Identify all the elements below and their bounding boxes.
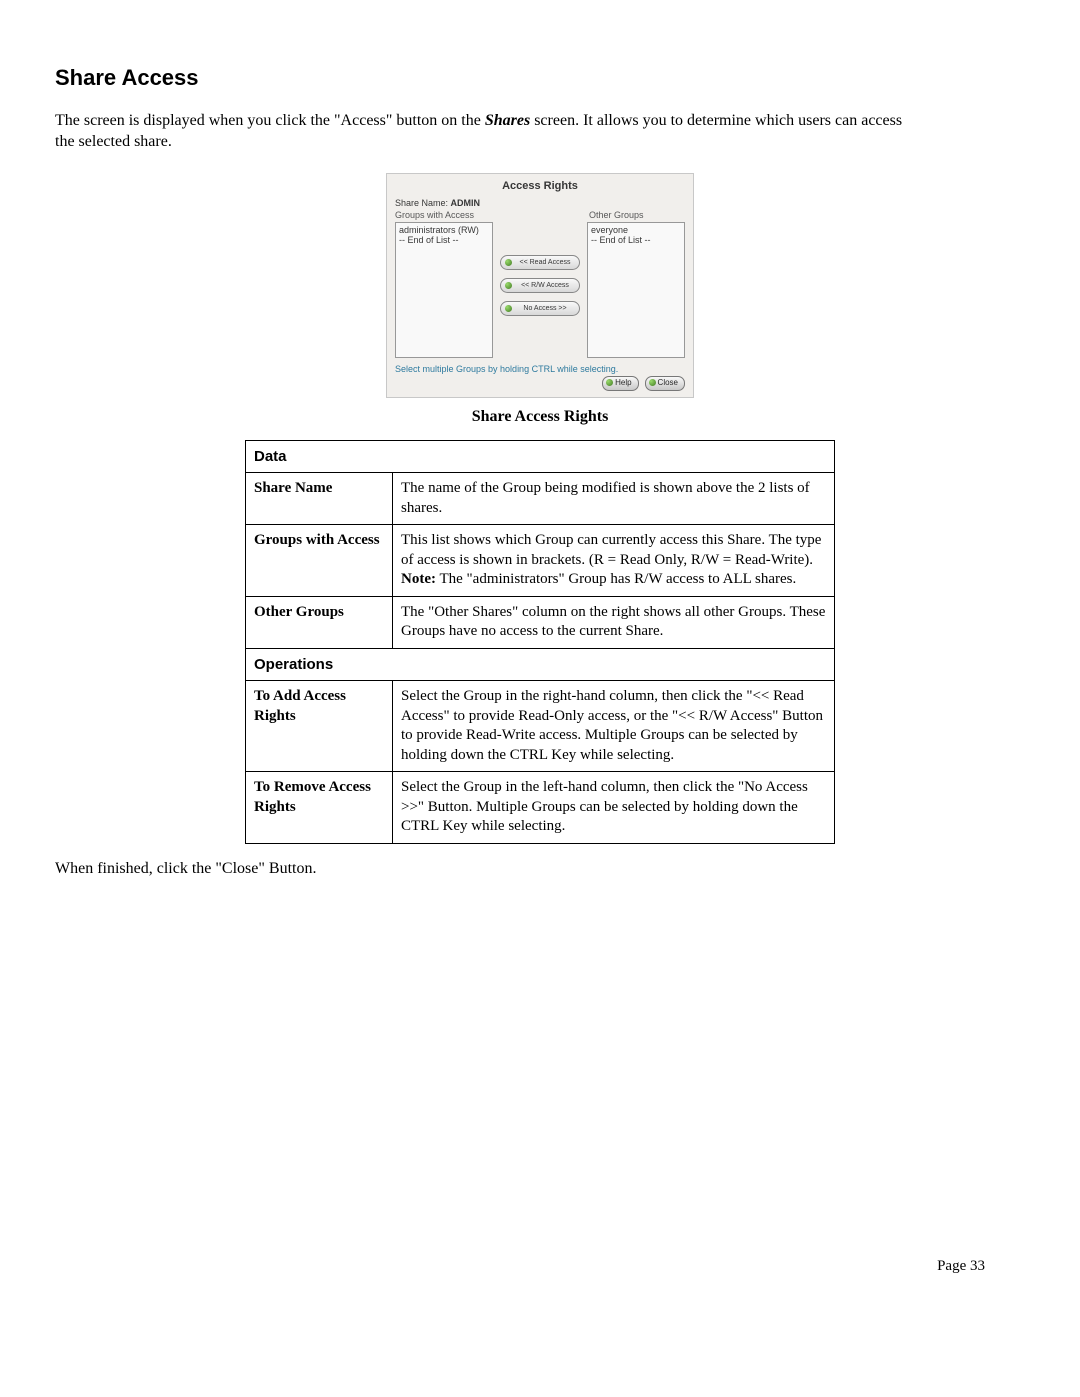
multi-select-hint: Select multiple Groups by holding CTRL w… [395, 364, 685, 374]
row-text-line1: This list shows which Group can currentl… [401, 532, 821, 568]
table-row: Share Name The name of the Group being m… [246, 473, 835, 525]
row-text: The "Other Shares" column on the right s… [393, 596, 835, 648]
section-header-operations: Operations [246, 648, 835, 681]
page-title: Share Access [55, 65, 1025, 91]
row-label: Share Name [246, 473, 393, 525]
row-label: Other Groups [246, 596, 393, 648]
read-access-button[interactable]: << Read Access [500, 255, 580, 270]
table-row: Other Groups The "Other Shares" column o… [246, 596, 835, 648]
list-item: -- End of List -- [399, 235, 489, 245]
share-name-value: ADMIN [451, 198, 481, 208]
list-item: -- End of List -- [591, 235, 681, 245]
no-access-button[interactable]: No Access >> [500, 301, 580, 316]
figure-caption: Share Access Rights [55, 408, 1025, 426]
row-text: Select the Group in the left-hand column… [393, 772, 835, 844]
list-item[interactable]: administrators (RW) [399, 225, 489, 235]
row-label: To Add Access Rights [246, 681, 393, 772]
note-text: The "administrators" Group has R/W acces… [436, 571, 796, 587]
row-text: This list shows which Group can currentl… [393, 525, 835, 597]
table-row: To Add Access Rights Select the Group in… [246, 681, 835, 772]
description-table: Data Share Name The name of the Group be… [245, 440, 835, 844]
row-text: Select the Group in the right-hand colum… [393, 681, 835, 772]
row-text: The name of the Group being modified is … [393, 473, 835, 525]
left-list-label: Groups with Access [395, 210, 493, 220]
row-label: To Remove Access Rights [246, 772, 393, 844]
other-groups-list[interactable]: everyone -- End of List -- [587, 222, 685, 358]
table-row: To Remove Access Rights Select the Group… [246, 772, 835, 844]
intro-paragraph: The screen is displayed when you click t… [55, 111, 905, 153]
intro-text-a: The screen is displayed when you click t… [55, 112, 485, 129]
right-list-label: Other Groups [587, 210, 685, 220]
groups-with-access-list[interactable]: administrators (RW) -- End of List -- [395, 222, 493, 358]
note-label: Note: [401, 571, 436, 587]
row-label: Groups with Access [246, 525, 393, 597]
share-name-label: Share Name: [395, 198, 448, 208]
table-row: Groups with Access This list shows which… [246, 525, 835, 597]
section-header-data: Data [246, 440, 835, 473]
closing-note: When finished, click the "Close" Button. [55, 860, 1025, 878]
share-name-line: Share Name: ADMIN [395, 198, 685, 208]
close-button[interactable]: Close [645, 376, 685, 391]
page-number: Page 33 [55, 1258, 1025, 1275]
access-rights-dialog: Access Rights Share Name: ADMIN Groups w… [386, 173, 694, 398]
intro-shares-word: Shares [485, 112, 530, 129]
dialog-title: Access Rights [395, 180, 685, 192]
rw-access-button[interactable]: << R/W Access [500, 278, 580, 293]
help-button[interactable]: Help [602, 376, 638, 391]
list-item[interactable]: everyone [591, 225, 681, 235]
